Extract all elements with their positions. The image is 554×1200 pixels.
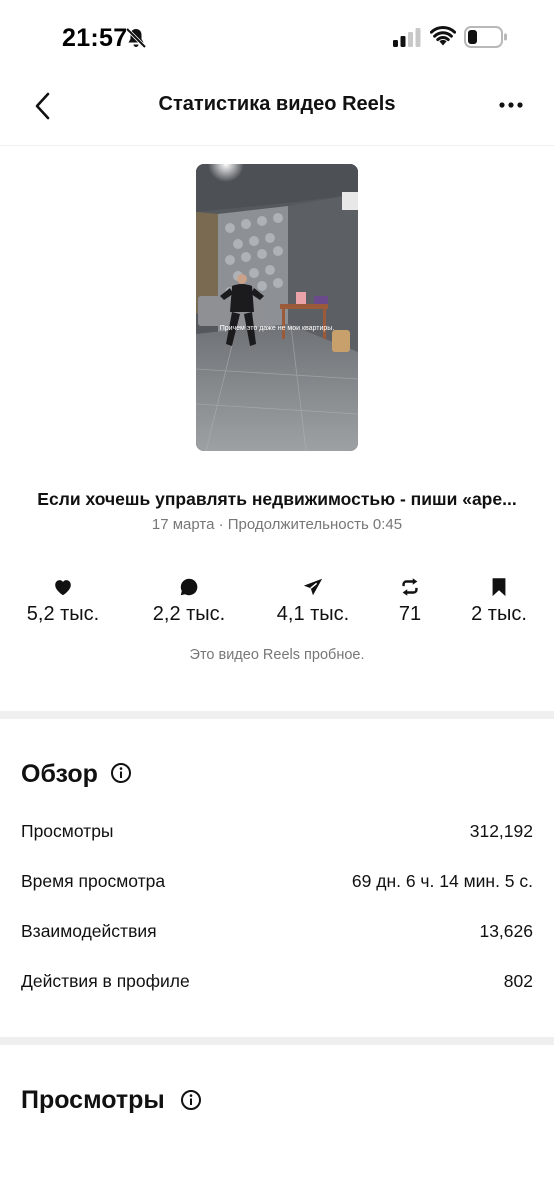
overview-row-views: Просмотры 312,192 — [21, 821, 533, 845]
bookmark-icon — [492, 578, 506, 597]
overview-row-watch-time: Время просмотра 69 дн. 6 ч. 14 мин. 5 с. — [21, 871, 533, 895]
video-caption-text: Причем это даже не мои квартиры. — [219, 325, 335, 332]
row-value: 13,626 — [479, 921, 533, 941]
info-icon[interactable] — [110, 762, 132, 784]
comment-bubble-icon — [180, 578, 198, 596]
cellular-signal-icon — [393, 28, 421, 47]
likes-count: 5,2 тыс. — [26, 603, 100, 625]
post-title: Если хочешь управлять недвижимостью - пи… — [37, 489, 517, 509]
status-bar: 21:57 — [0, 0, 554, 76]
video-preview-image — [196, 164, 358, 451]
row-value: 802 — [503, 971, 533, 991]
section-divider — [0, 711, 554, 719]
overview-row-interactions: Взаимодействия 13,626 — [21, 921, 533, 945]
info-icon[interactable] — [180, 1089, 202, 1111]
row-value: 312,192 — [469, 821, 533, 841]
bell-muted-icon — [125, 27, 147, 49]
row-label: Взаимодействия — [21, 921, 157, 941]
row-label: Время просмотра — [21, 871, 166, 891]
status-time: 21:57 — [62, 24, 128, 52]
overview-title: Обзор — [21, 760, 98, 788]
page-title: Статистика видео Reels — [158, 93, 396, 115]
row-label: Действия в профиле — [21, 971, 190, 991]
stat-comments: 2,2 тыс. — [134, 576, 244, 626]
more-options-icon[interactable] — [498, 100, 524, 110]
stat-shares: 4,1 тыс. — [258, 576, 368, 626]
video-thumbnail[interactable]: Причем это даже не мои квартиры. — [196, 164, 358, 451]
repost-icon — [402, 578, 418, 596]
row-value: 69 дн. 6 ч. 14 мин. 5 с. — [351, 871, 533, 891]
share-paper-plane-icon — [303, 578, 323, 596]
trial-reel-note: Это видео Reels пробное. — [189, 647, 365, 663]
shares-count: 4,1 тыс. — [276, 603, 350, 625]
row-label: Просмотры — [21, 821, 114, 841]
heart-icon — [55, 580, 71, 596]
stat-saves: 2 тыс. — [444, 576, 554, 626]
views-section-title: Просмотры — [21, 1086, 165, 1114]
section-divider — [0, 1037, 554, 1045]
post-meta: 17 марта · Продолжительность 0:45 — [151, 516, 403, 533]
overview-row-profile-activity: Действия в профиле 802 — [21, 971, 533, 995]
battery-icon — [464, 26, 507, 48]
saves-count: 2 тыс. — [471, 603, 527, 625]
wifi-icon — [430, 26, 456, 46]
app-header: Статистика видео Reels — [0, 76, 554, 146]
comments-count: 2,2 тыс. — [152, 603, 226, 625]
stat-likes: 5,2 тыс. — [8, 576, 118, 626]
